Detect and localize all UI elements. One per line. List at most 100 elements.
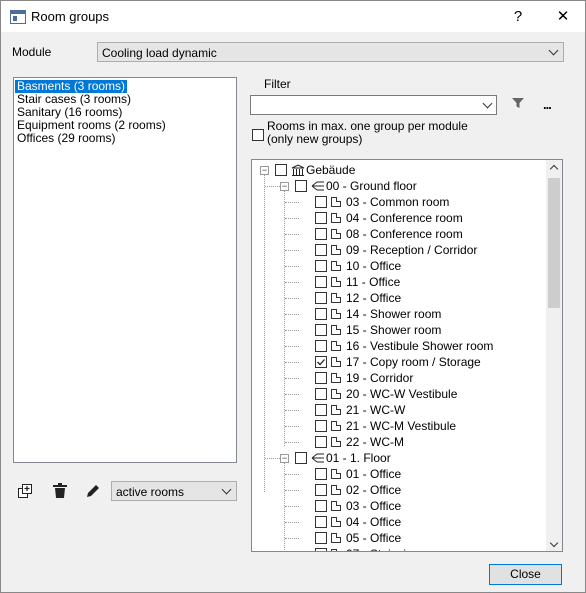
tree-room[interactable]: 16 - Vestibule Shower room	[252, 338, 542, 354]
tree-checkbox[interactable]	[315, 308, 327, 320]
room-icon	[331, 549, 341, 551]
tree-room[interactable]: 08 - Conference room	[252, 226, 542, 242]
tree-checkbox[interactable]	[315, 420, 327, 432]
tree-room[interactable]: 03 - Office	[252, 498, 542, 514]
scroll-down-icon[interactable]	[549, 538, 559, 548]
tree-room-label: 03 - Office	[346, 499, 402, 513]
tree-room[interactable]: 01 - Office	[252, 466, 542, 482]
tree-checkbox[interactable]	[315, 436, 327, 448]
help-button[interactable]: ?	[496, 1, 540, 32]
room-icon	[331, 405, 341, 415]
tree-checkbox[interactable]	[315, 340, 327, 352]
tree-room[interactable]: 03 - Common room	[252, 194, 542, 210]
single-group-checkbox[interactable]	[252, 129, 264, 141]
tree-checkbox[interactable]	[295, 452, 307, 464]
tree-checkbox[interactable]	[315, 372, 327, 384]
tree-room[interactable]: 17 - Copy room / Storage	[252, 354, 542, 370]
tree-checkbox[interactable]	[315, 212, 327, 224]
tree-checkbox[interactable]	[315, 196, 327, 208]
floor-icon	[311, 180, 325, 195]
room-icon	[331, 437, 341, 447]
room-groups-list[interactable]: Basments (3 rooms) Stair cases (3 rooms) S…	[13, 77, 237, 463]
tree-checkbox[interactable]	[315, 500, 327, 512]
room-icon	[331, 309, 341, 319]
scroll-up-icon[interactable]	[549, 164, 559, 174]
tree-room-label: 21 - WC-W	[346, 403, 406, 417]
tree-checkbox[interactable]	[315, 324, 327, 336]
tree-checkbox[interactable]	[275, 164, 287, 176]
single-group-label-1: Rooms in max. one group per module	[267, 119, 468, 133]
tree-checkbox[interactable]	[315, 516, 327, 528]
tree-room[interactable]: 21 - WC-M Vestibule	[252, 418, 542, 434]
tree-room[interactable]: 04 - Conference room	[252, 210, 542, 226]
tree-room[interactable]: 04 - Office	[252, 514, 542, 530]
room-icon	[331, 389, 341, 399]
filter-icon[interactable]	[510, 95, 526, 111]
room-icon	[331, 213, 341, 223]
tree-checkbox[interactable]	[315, 292, 327, 304]
room-icon	[331, 421, 341, 431]
tree-checkbox[interactable]	[315, 244, 327, 256]
tree-checkbox[interactable]	[315, 260, 327, 272]
scroll-thumb[interactable]	[548, 178, 560, 308]
tree-room[interactable]: 09 - Reception / Corridor	[252, 242, 542, 258]
tree-floor[interactable]: − 00 - Ground floor	[252, 178, 542, 194]
add-group-icon[interactable]	[17, 482, 35, 500]
tree-room[interactable]: 15 - Shower room	[252, 322, 542, 338]
room-state-value: active rooms	[116, 485, 185, 499]
tree-checkbox[interactable]	[315, 468, 327, 480]
tree-checkbox[interactable]	[315, 356, 327, 368]
room-icon	[331, 501, 341, 511]
room-icon	[331, 469, 341, 479]
title-bar: Room groups ? ✕	[1, 1, 585, 32]
tree-floor-label: 01 - 1. Floor	[326, 451, 391, 465]
tree-scrollbar[interactable]	[546, 160, 562, 551]
close-window-button[interactable]: ✕	[541, 1, 585, 32]
filter-label: Filter	[264, 77, 291, 91]
tree-room[interactable]: 07 - Stairwi	[252, 546, 542, 551]
tree-room-label: 22 - WC-M	[346, 435, 404, 449]
tree-room-label: 03 - Common room	[346, 195, 450, 209]
chevron-down-icon	[482, 98, 493, 109]
tree-checkbox[interactable]	[315, 484, 327, 496]
tree-room[interactable]: 11 - Office	[252, 274, 542, 290]
tree-floor[interactable]: − 01 - 1. Floor	[252, 450, 542, 466]
tree-checkbox[interactable]	[315, 548, 327, 551]
tree-checkbox[interactable]	[315, 404, 327, 416]
room-icon	[331, 229, 341, 239]
room-icon	[331, 293, 341, 303]
tree-room[interactable]: 10 - Office	[252, 258, 542, 274]
tree-room-label: 09 - Reception / Corridor	[346, 243, 478, 257]
tree-room[interactable]: 22 - WC-M	[252, 434, 542, 450]
collapse-icon[interactable]: −	[280, 182, 289, 191]
room-tree[interactable]: − Gebäude − 00 - Ground floor 03 - Common ro…	[251, 159, 563, 552]
tree-room[interactable]: 12 - Office	[252, 290, 542, 306]
room-icon	[331, 277, 341, 287]
room-group-item[interactable]: Offices (29 rooms)	[15, 132, 117, 145]
close-button[interactable]: Close	[489, 564, 562, 585]
tree-room-label: 17 - Copy room / Storage	[346, 355, 481, 369]
collapse-icon[interactable]: −	[280, 454, 289, 463]
tree-checkbox[interactable]	[315, 228, 327, 240]
tree-room[interactable]: 05 - Office	[252, 530, 542, 546]
module-select-value: Cooling load dynamic	[102, 46, 217, 60]
delete-group-icon[interactable]	[51, 482, 69, 500]
floor-icon	[311, 452, 325, 467]
tree-room[interactable]: 21 - WC-W	[252, 402, 542, 418]
tree-room[interactable]: 02 - Office	[252, 482, 542, 498]
filter-input[interactable]	[250, 95, 497, 115]
room-icon	[331, 261, 341, 271]
edit-group-icon[interactable]	[84, 482, 102, 500]
collapse-icon[interactable]: −	[260, 166, 269, 175]
tree-checkbox[interactable]	[315, 388, 327, 400]
tree-room[interactable]: 14 - Shower room	[252, 306, 542, 322]
tree-checkbox[interactable]	[295, 180, 307, 192]
module-select[interactable]: Cooling load dynamic	[97, 42, 564, 62]
more-options-button[interactable]: ...	[543, 97, 552, 112]
tree-checkbox[interactable]	[315, 276, 327, 288]
tree-room[interactable]: 20 - WC-W Vestibule	[252, 386, 542, 402]
tree-room[interactable]: 19 - Corridor	[252, 370, 542, 386]
tree-root[interactable]: − Gebäude	[252, 162, 542, 178]
tree-checkbox[interactable]	[315, 532, 327, 544]
room-state-select[interactable]: active rooms	[111, 481, 237, 501]
